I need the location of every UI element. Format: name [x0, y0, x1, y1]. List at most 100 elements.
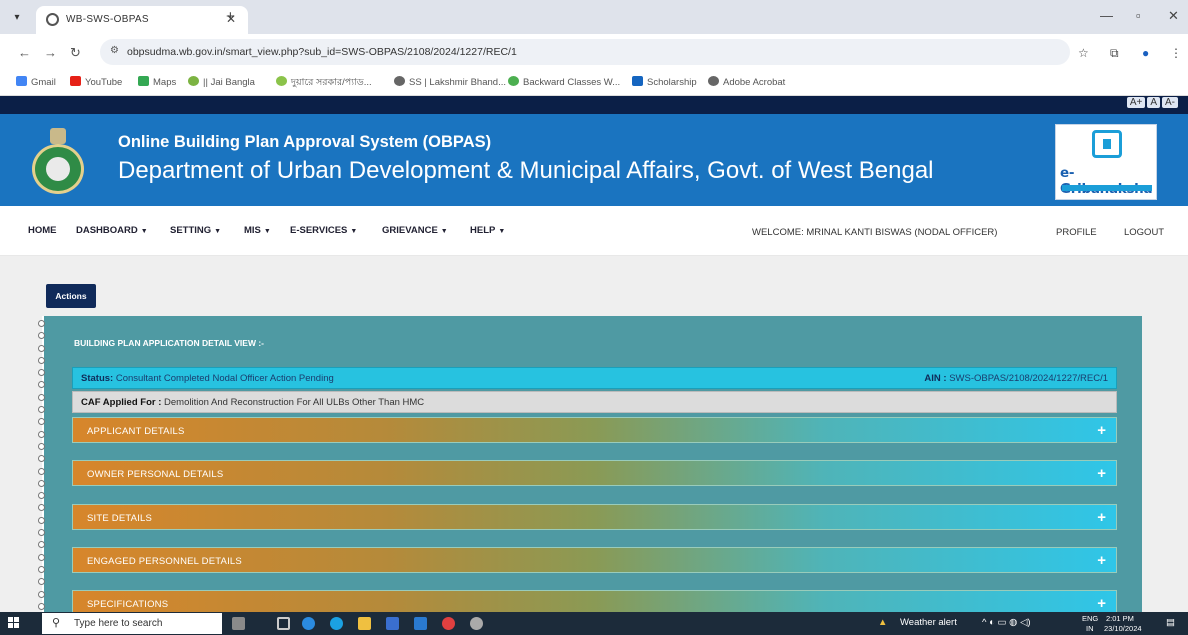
tab-search-icon[interactable]: ▾ [8, 9, 26, 27]
bookmark-maps[interactable]: Maps [138, 76, 176, 88]
menu-help[interactable]: HELP ▼ [470, 225, 505, 236]
bookmark-lakshmir-bhandar[interactable]: SS | Lakshmir Bhand... [394, 76, 506, 88]
font-increase-button[interactable]: A+ [1126, 97, 1146, 108]
notification-icon[interactable]: ▤ [1166, 617, 1175, 628]
caret-down-icon: ▼ [140, 228, 148, 235]
edge-icon[interactable] [330, 617, 343, 630]
bookmark-duare-sarkar[interactable]: দুয়ারে সরকার/প্যাড... [276, 76, 372, 91]
window-close-icon[interactable]: ✕ [1168, 8, 1179, 24]
font-normal-button[interactable]: A [1147, 97, 1160, 108]
minimize-icon[interactable]: — [1100, 8, 1113, 23]
menu-home[interactable]: HOME [28, 225, 57, 236]
section-applicant-details[interactable]: APPLICANT DETAILS + [72, 417, 1117, 443]
scholarship-icon [632, 76, 643, 86]
browser-menu-icon[interactable]: ⋮ [1170, 46, 1182, 60]
paint-icon[interactable] [470, 617, 483, 630]
section-label: SPECIFICATIONS [87, 599, 169, 610]
section-site-details[interactable]: SITE DETAILS + [72, 504, 1117, 530]
bookmark-scholarship[interactable]: Scholarship [632, 76, 697, 88]
section-owner-personal-details[interactable]: OWNER PERSONAL DETAILS + [72, 460, 1117, 486]
extensions-icon[interactable]: ⧉ [1110, 46, 1119, 61]
store-icon[interactable] [386, 617, 399, 630]
browser-tab[interactable]: WB-SWS-OBPAS ✕ [36, 6, 248, 34]
logo-text: e-Gribanaksha [1060, 165, 1153, 197]
language-indicator[interactable]: ENG [1082, 614, 1098, 623]
menu-mis[interactable]: MIS ▼ [244, 225, 271, 236]
expand-plus-icon[interactable]: + [1097, 509, 1106, 526]
ain-value: SWS-OBPAS/2108/2024/1227/REC/1 [949, 373, 1108, 384]
caret-down-icon: ▼ [498, 228, 506, 235]
bookmark-jai-bangla[interactable]: || Jai Bangla [188, 76, 255, 88]
bookmark-backward-classes[interactable]: Backward Classes W... [508, 76, 620, 88]
status-value: Consultant Completed Nodal Officer Actio… [115, 373, 334, 384]
expand-plus-icon[interactable]: + [1097, 465, 1106, 482]
weather-alert[interactable]: Weather alert [900, 617, 957, 628]
windows-start-icon[interactable] [8, 617, 20, 629]
menu-setting[interactable]: SETTING ▼ [170, 225, 221, 236]
restore-icon[interactable]: ▫ [1136, 8, 1141, 23]
file-explorer-icon[interactable] [358, 617, 371, 630]
warning-icon: ▲ [878, 617, 888, 628]
bookmark-star-icon[interactable]: ☆ [1078, 46, 1089, 60]
backward-classes-icon [508, 76, 519, 86]
detail-view-title: BUILDING PLAN APPLICATION DETAIL VIEW :- [74, 338, 264, 348]
task-view-icon[interactable] [277, 617, 290, 630]
welcome-text: WELCOME: MRINAL KANTI BISWAS (NODAL OFFI… [752, 227, 998, 238]
site-info-icon[interactable]: ⚙ [110, 45, 119, 56]
jai-bangla-icon [188, 76, 199, 86]
ain-label: AIN : [924, 373, 947, 384]
chrome-icon[interactable] [302, 617, 315, 630]
font-decrease-button[interactable]: A- [1162, 97, 1178, 108]
caret-down-icon: ▼ [440, 228, 448, 235]
top-strip: A+ A A- [0, 96, 1188, 114]
youtube-icon [70, 76, 81, 86]
expand-plus-icon[interactable]: + [1097, 595, 1106, 612]
app-icon[interactable] [442, 617, 455, 630]
forward-icon[interactable]: → [44, 45, 57, 60]
mail-icon[interactable] [414, 617, 427, 630]
caf-value: Demolition And Reconstruction For All UL… [164, 397, 425, 408]
duare-sarkar-icon [276, 76, 287, 86]
url-bar[interactable]: ⚙ obpsudma.wb.gov.in/smart_view.php?sub_… [100, 39, 1070, 65]
menu-dashboard[interactable]: DASHBOARD ▼ [76, 225, 148, 236]
tray-icons[interactable]: ^ ◐ ▭ ◍ ◁) [982, 617, 1031, 628]
section-label: OWNER PERSONAL DETAILS [87, 469, 224, 480]
logout-link[interactable]: LOGOUT [1124, 227, 1164, 238]
menu-grievance[interactable]: GRIEVANCE ▼ [382, 225, 448, 236]
tab-title: WB-SWS-OBPAS [66, 14, 149, 25]
profile-link[interactable]: PROFILE [1056, 227, 1097, 238]
clock-time[interactable]: 2:01 PM [1106, 614, 1134, 623]
actions-button[interactable]: Actions [46, 284, 96, 308]
expand-plus-icon[interactable]: + [1097, 552, 1106, 569]
new-tab-icon[interactable]: + [226, 8, 235, 25]
back-icon[interactable]: ← [18, 45, 31, 60]
bookmark-gmail[interactable]: Gmail [16, 76, 56, 88]
google-icon [16, 76, 27, 86]
menu-e-services[interactable]: E-SERVICES ▼ [290, 225, 357, 236]
globe-icon [708, 76, 719, 86]
bookmark-adobe-acrobat[interactable]: Adobe Acrobat [708, 76, 785, 88]
spiral-binding [38, 320, 46, 610]
taskbar-search[interactable]: ⚲ Type here to search [42, 613, 222, 634]
status-row: Status: Consultant Completed Nodal Offic… [72, 367, 1117, 389]
department-title: Department of Urban Development & Munici… [118, 157, 934, 184]
search-icon: ⚲ [52, 617, 61, 629]
font-size-controls: A+ A A- [1125, 97, 1178, 108]
caret-down-icon: ▼ [214, 228, 222, 235]
section-engaged-personnel-details[interactable]: ENGAGED PERSONNEL DETAILS + [72, 547, 1117, 573]
profile-icon[interactable]: ● [1142, 46, 1149, 60]
system-title: Online Building Plan Approval System (OB… [118, 133, 492, 151]
house-icon [1092, 130, 1122, 158]
bookmark-youtube[interactable]: YouTube [70, 76, 122, 88]
reload-icon[interactable]: ↻ [70, 45, 81, 61]
widgets-icon[interactable] [232, 617, 245, 630]
status-label: Status: [81, 373, 114, 384]
west-bengal-emblem-icon [32, 128, 84, 194]
caret-down-icon: ▼ [263, 228, 271, 235]
url-text: obpsudma.wb.gov.in/smart_view.php?sub_id… [127, 46, 517, 58]
globe-icon [394, 76, 405, 86]
expand-plus-icon[interactable]: + [1097, 422, 1106, 439]
taskbar-search-placeholder: Type here to search [74, 618, 163, 629]
bookmarks-bar: Gmail YouTube Maps || Jai Bangla দুয়ারে… [0, 70, 1188, 96]
caf-label: CAF Applied For : [81, 397, 162, 408]
